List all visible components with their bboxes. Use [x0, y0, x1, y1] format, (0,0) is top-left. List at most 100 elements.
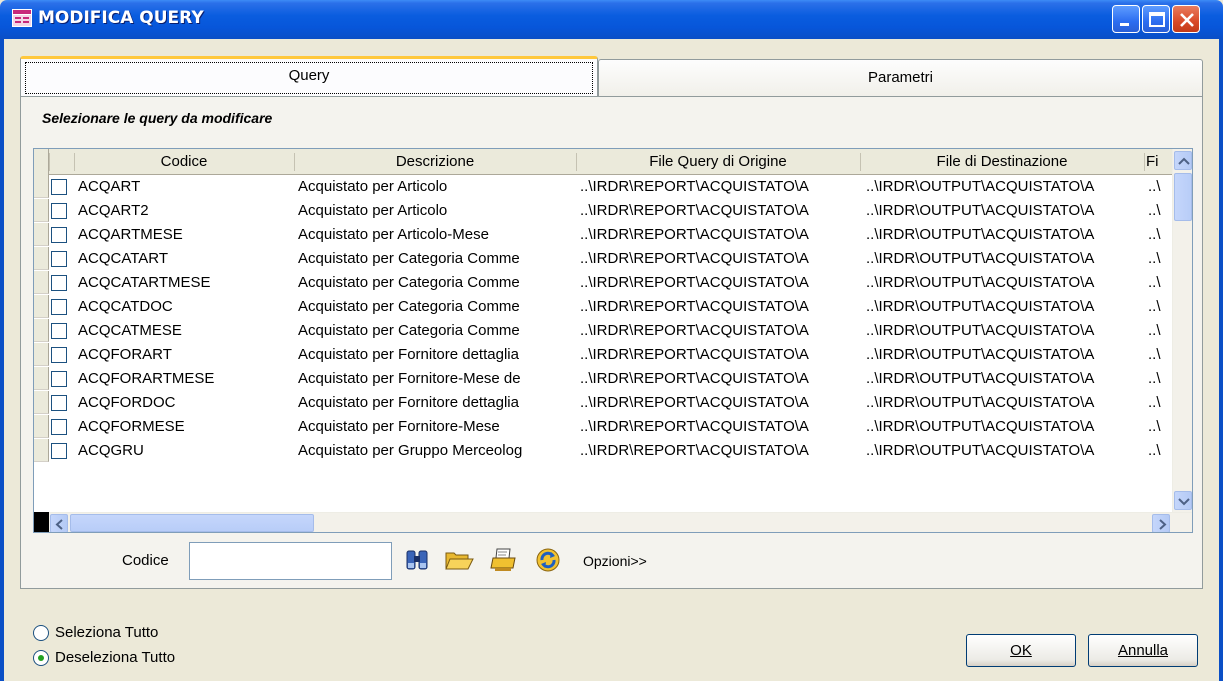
row-checkbox[interactable]	[51, 203, 67, 219]
open-folder-button[interactable]	[444, 546, 474, 574]
cell-file-origine[interactable]: ..\IRDR\REPORT\ACQUISTATO\A	[580, 343, 866, 366]
table-row[interactable]: ACQFORMESE Acquistato per Fornitore-Mese.…	[34, 415, 1174, 438]
print-button[interactable]	[490, 546, 518, 574]
cell-descrizione[interactable]: Acquistato per Articolo-Mese	[298, 223, 578, 246]
cell-fi[interactable]: ..\	[1148, 199, 1174, 222]
cell-file-destinazione[interactable]: ..\IRDR\OUTPUT\ACQUISTATO\A	[866, 199, 1146, 222]
cell-codice[interactable]: ACQFORARTMESE	[78, 367, 292, 390]
cell-fi[interactable]: ..\	[1148, 415, 1174, 438]
cell-codice[interactable]: ACQCATMESE	[78, 319, 292, 342]
row-selector[interactable]	[34, 223, 49, 246]
column-header-fi[interactable]: Fi	[1144, 149, 1174, 175]
cell-fi[interactable]: ..\	[1148, 391, 1174, 414]
cell-fi[interactable]: ..\	[1148, 271, 1174, 294]
scroll-right-button[interactable]	[1152, 514, 1170, 532]
row-checkbox[interactable]	[51, 443, 67, 459]
horizontal-scroll-thumb[interactable]	[70, 514, 314, 532]
row-checkbox[interactable]	[51, 251, 67, 267]
ok-button[interactable]: OK	[966, 634, 1076, 667]
row-checkbox[interactable]	[51, 347, 67, 363]
cell-file-destinazione[interactable]: ..\IRDR\OUTPUT\ACQUISTATO\A	[866, 391, 1146, 414]
options-link[interactable]: Opzioni>>	[583, 553, 647, 569]
cell-descrizione[interactable]: Acquistato per Fornitore dettaglia	[298, 391, 578, 414]
cell-codice[interactable]: ACQCATDOC	[78, 295, 292, 318]
cell-fi[interactable]: ..\	[1148, 439, 1174, 462]
cell-codice[interactable]: ACQART2	[78, 199, 292, 222]
cell-file-destinazione[interactable]: ..\IRDR\OUTPUT\ACQUISTATO\A	[866, 343, 1146, 366]
cell-fi[interactable]: ..\	[1148, 343, 1174, 366]
cell-file-origine[interactable]: ..\IRDR\REPORT\ACQUISTATO\A	[580, 271, 866, 294]
cell-file-origine[interactable]: ..\IRDR\REPORT\ACQUISTATO\A	[580, 367, 866, 390]
radio-select-all[interactable]: Seleziona Tutto	[33, 624, 213, 643]
tab-parametri[interactable]: Parametri	[598, 59, 1203, 96]
title-bar[interactable]: MODIFICA QUERY	[0, 0, 1223, 39]
row-checkbox[interactable]	[51, 299, 67, 315]
maximize-button[interactable]	[1142, 5, 1170, 33]
row-selector[interactable]	[34, 295, 49, 318]
cell-file-destinazione[interactable]: ..\IRDR\OUTPUT\ACQUISTATO\A	[866, 295, 1146, 318]
cell-descrizione[interactable]: Acquistato per Fornitore-Mese de	[298, 367, 578, 390]
cell-file-origine[interactable]: ..\IRDR\REPORT\ACQUISTATO\A	[580, 415, 866, 438]
cell-file-origine[interactable]: ..\IRDR\REPORT\ACQUISTATO\A	[580, 199, 866, 222]
row-checkbox[interactable]	[51, 371, 67, 387]
row-selector[interactable]	[34, 415, 49, 438]
cell-descrizione[interactable]: Acquistato per Gruppo Merceolog	[298, 439, 578, 462]
cell-fi[interactable]: ..\	[1148, 367, 1174, 390]
cell-descrizione[interactable]: Acquistato per Fornitore dettaglia	[298, 343, 578, 366]
row-selector[interactable]	[34, 271, 49, 294]
refresh-button[interactable]	[534, 546, 562, 574]
cell-codice[interactable]: ACQCATARTMESE	[78, 271, 292, 294]
cell-descrizione[interactable]: Acquistato per Articolo	[298, 199, 578, 222]
cell-file-destinazione[interactable]: ..\IRDR\OUTPUT\ACQUISTATO\A	[866, 439, 1146, 462]
cell-codice[interactable]: ACQART	[78, 175, 292, 198]
table-row[interactable]: ACQFORARTMESE Acquistato per Fornitore-Me…	[34, 367, 1174, 390]
cell-descrizione[interactable]: Acquistato per Categoria Comme	[298, 319, 578, 342]
cell-file-destinazione[interactable]: ..\IRDR\OUTPUT\ACQUISTATO\A	[866, 271, 1146, 294]
row-checkbox[interactable]	[51, 419, 67, 435]
row-checkbox[interactable]	[51, 227, 67, 243]
column-header-codice[interactable]: Codice	[74, 149, 294, 175]
table-row[interactable]: ACQFORART Acquistato per Fornitore dettag…	[34, 343, 1174, 366]
tab-query[interactable]: Query	[20, 56, 598, 96]
row-selector[interactable]	[34, 247, 49, 270]
cell-descrizione[interactable]: Acquistato per Fornitore-Mese	[298, 415, 578, 438]
scroll-up-button[interactable]	[1174, 151, 1192, 170]
cell-descrizione[interactable]: Acquistato per Articolo	[298, 175, 578, 198]
vertical-scroll-thumb[interactable]	[1174, 173, 1192, 221]
cell-file-origine[interactable]: ..\IRDR\REPORT\ACQUISTATO\A	[580, 295, 866, 318]
cancel-button[interactable]: Annulla	[1088, 634, 1198, 667]
cell-file-origine[interactable]: ..\IRDR\REPORT\ACQUISTATO\A	[580, 391, 866, 414]
cell-codice[interactable]: ACQFORDOC	[78, 391, 292, 414]
table-row[interactable]: ACQARTMESE Acquistato per Articolo-Mese..…	[34, 223, 1174, 246]
cell-file-origine[interactable]: ..\IRDR\REPORT\ACQUISTATO\A	[580, 439, 866, 462]
cell-file-origine[interactable]: ..\IRDR\REPORT\ACQUISTATO\A	[580, 247, 866, 270]
scroll-down-button[interactable]	[1174, 491, 1192, 510]
cell-file-origine[interactable]: ..\IRDR\REPORT\ACQUISTATO\A	[580, 175, 866, 198]
query-grid[interactable]: Codice Descrizione File Query di Origine…	[33, 148, 1193, 533]
radio-deselect-all[interactable]: Deseleziona Tutto	[33, 649, 223, 668]
cell-codice[interactable]: ACQARTMESE	[78, 223, 292, 246]
row-selector[interactable]	[34, 319, 49, 342]
row-selector[interactable]	[34, 367, 49, 390]
column-header-descrizione[interactable]: Descrizione	[294, 149, 576, 175]
cell-codice[interactable]: ACQFORMESE	[78, 415, 292, 438]
row-selector[interactable]	[34, 439, 49, 462]
column-header-file-destinazione[interactable]: File di Destinazione	[860, 149, 1144, 175]
table-row[interactable]: ACQFORDOC Acquistato per Fornitore dettag…	[34, 391, 1174, 414]
cell-fi[interactable]: ..\	[1148, 319, 1174, 342]
row-selector[interactable]	[34, 391, 49, 414]
cell-descrizione[interactable]: Acquistato per Categoria Comme	[298, 271, 578, 294]
table-row[interactable]: ACQART2 Acquistato per Articolo ..\IRDR\RE…	[34, 199, 1174, 222]
cell-file-origine[interactable]: ..\IRDR\REPORT\ACQUISTATO\A	[580, 319, 866, 342]
table-row[interactable]: ACQCATDOC Acquistato per Categoria Comme.…	[34, 295, 1174, 318]
scroll-left-button[interactable]	[50, 514, 68, 532]
cell-descrizione[interactable]: Acquistato per Categoria Comme	[298, 295, 578, 318]
minimize-button[interactable]	[1112, 5, 1140, 33]
horizontal-scrollbar[interactable]	[34, 512, 1192, 532]
table-row[interactable]: ACQCATARTMESE Acquistato per Categoria Co…	[34, 271, 1174, 294]
table-row[interactable]: ACQGRU Acquistato per Gruppo Merceolog ..\…	[34, 439, 1174, 462]
table-row[interactable]: ACQCATMESE Acquistato per Categoria Comme…	[34, 319, 1174, 342]
search-button[interactable]	[403, 546, 431, 574]
row-checkbox[interactable]	[51, 275, 67, 291]
row-selector[interactable]	[34, 175, 49, 198]
